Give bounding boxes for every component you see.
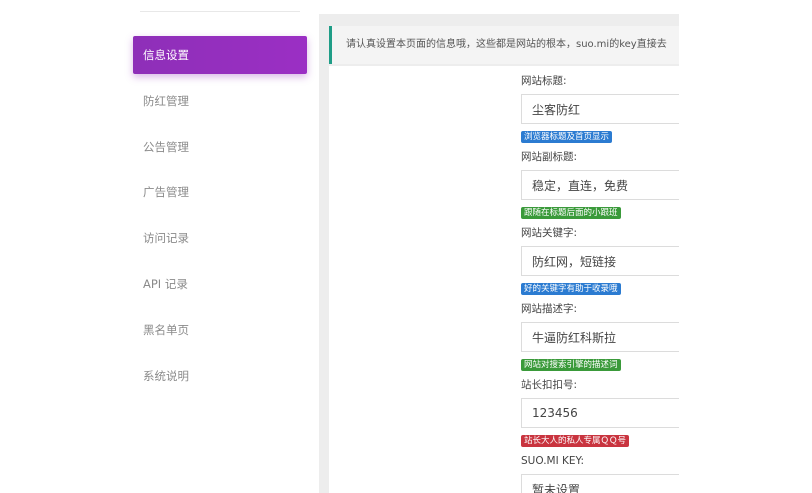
sidebar-item-system-info[interactable]: 系统说明 xyxy=(133,357,307,395)
sidebar-item-anti-red[interactable]: 防红管理 xyxy=(133,82,307,120)
site-title-hint: 浏览器标题及首页显示 xyxy=(521,131,613,143)
sidebar-divider xyxy=(140,11,300,12)
app-frame: 信息设置 防红管理 公告管理 广告管理 访问记录 API 记录 黑名单页 系统说… xyxy=(0,0,812,493)
site-description-hint: 网站对搜索引擎的描述词 xyxy=(521,359,621,371)
sidebar-item-api-log[interactable]: API 记录 xyxy=(133,265,307,303)
site-keywords-input[interactable] xyxy=(521,246,679,276)
site-subtitle-hint: 跟随在标题后面的小跟班 xyxy=(521,207,621,219)
site-subtitle-label: 网站副标题: xyxy=(521,151,578,163)
settings-form: 网站标题: 浏览器标题及首页显示 网站副标题: 跟随在标题后面的小跟班 网站关键… xyxy=(329,66,679,493)
admin-qq-field: 站长扣扣号: 站长大人的私人专属ＱＱ号 xyxy=(521,376,679,447)
sidebar-item-info-settings[interactable]: 信息设置 xyxy=(133,36,307,74)
site-keywords-hint: 好的关键字有助于收录哦 xyxy=(521,283,621,295)
admin-qq-hint: 站长大人的私人专属ＱＱ号 xyxy=(521,435,630,447)
sidebar-item-ads[interactable]: 广告管理 xyxy=(133,173,307,211)
sidebar: 信息设置 防红管理 公告管理 广告管理 访问记录 API 记录 黑名单页 系统说… xyxy=(128,0,314,493)
site-subtitle-input[interactable] xyxy=(521,170,679,200)
notice-text: 请认真设置本页面的信息哦，这些都是网站的根本，suo.mi的key直接去 xyxy=(346,39,667,50)
site-title-field: 网站标题: 浏览器标题及首页显示 xyxy=(521,72,679,143)
site-description-input[interactable] xyxy=(521,322,679,352)
site-subtitle-field: 网站副标题: 跟随在标题后面的小跟班 xyxy=(521,148,679,219)
site-description-label: 网站描述字: xyxy=(521,303,578,315)
sidebar-item-announcements[interactable]: 公告管理 xyxy=(133,128,307,166)
admin-qq-input[interactable] xyxy=(521,398,679,428)
site-keywords-label: 网站关键字: xyxy=(521,227,578,239)
site-keywords-field: 网站关键字: 好的关键字有助于收录哦 xyxy=(521,224,679,295)
main-content: 请认真设置本页面的信息哦，这些都是网站的根本，suo.mi的key直接去 网站标… xyxy=(319,14,679,493)
suomi-key-input[interactable] xyxy=(521,474,679,493)
sidebar-item-blacklist[interactable]: 黑名单页 xyxy=(133,311,307,349)
site-description-field: 网站描述字: 网站对搜索引擎的描述词 xyxy=(521,300,679,371)
site-title-input[interactable] xyxy=(521,94,679,124)
site-title-label: 网站标题: xyxy=(521,75,567,87)
admin-qq-label: 站长扣扣号: xyxy=(521,379,578,391)
suomi-key-field: SUO.MI KEY: xyxy=(521,452,679,493)
suomi-key-label: SUO.MI KEY: xyxy=(521,455,585,467)
notice-banner: 请认真设置本页面的信息哦，这些都是网站的根本，suo.mi的key直接去 xyxy=(329,26,679,64)
sidebar-item-visit-log[interactable]: 访问记录 xyxy=(133,219,307,257)
